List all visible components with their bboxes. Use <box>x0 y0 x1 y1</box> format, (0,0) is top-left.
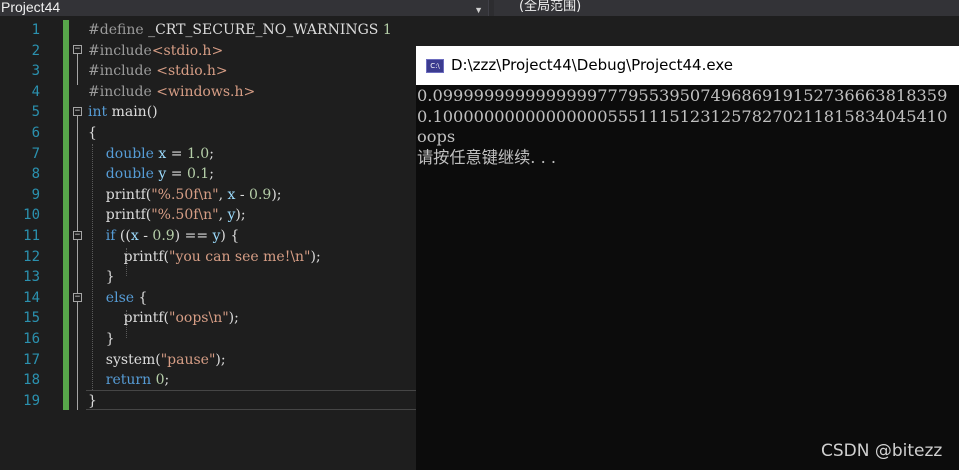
line-number: 18 <box>23 372 40 389</box>
line-number: 8 <box>31 166 40 183</box>
line-number: 19 <box>23 392 40 409</box>
console-title-bar[interactable]: C:\ D:\zzz\Project44\Debug\Project44.exe <box>416 46 959 85</box>
scope-dropdown[interactable]: (全局范围) <box>494 0 959 16</box>
line-number: 1 <box>31 22 40 38</box>
code-line: double y = 0.1; <box>88 166 214 183</box>
line-number: 5 <box>31 104 40 121</box>
fold-guide <box>77 302 78 338</box>
line-number: 11 <box>23 227 40 244</box>
navigation-bar: Project44 ▼ (全局范围) <box>0 0 959 16</box>
console-output-line: 请按任意键继续. . . <box>417 147 557 167</box>
console-window[interactable]: C:\ D:\zzz\Project44\Debug\Project44.exe… <box>416 46 959 470</box>
code-line: } <box>88 269 115 286</box>
console-window-icon: C:\ <box>426 59 444 73</box>
line-number: 13 <box>23 269 40 286</box>
line-number: 4 <box>31 83 40 100</box>
code-text[interactable]: #define _CRT_SECURE_NO_WARNINGS 1 #inclu… <box>88 20 392 411</box>
watermark: CSDN @bitezz <box>821 441 943 461</box>
code-line: else { <box>88 289 148 306</box>
collapse-icon[interactable]: − <box>73 107 82 116</box>
code-editor[interactable]: 1 2 3 4 5 6 7 8 9 10 11 12 13 14 15 16 1… <box>0 16 416 470</box>
collapse-icon[interactable]: − <box>73 45 82 54</box>
project-dropdown[interactable]: Project44 ▼ <box>0 0 489 16</box>
collapse-icon[interactable]: − <box>73 231 82 240</box>
code-line: } <box>88 392 97 409</box>
fold-guide <box>77 54 78 85</box>
line-number: 9 <box>31 186 40 203</box>
code-line: printf("%.50f\n", x - 0.9); <box>88 186 282 203</box>
console-output-line: 0.09999999999999997779553950749686919152… <box>417 86 948 105</box>
collapse-icon[interactable]: − <box>73 293 82 302</box>
fold-guide <box>77 240 78 276</box>
line-number: 12 <box>23 248 40 265</box>
dropdown-arrow-icon[interactable]: ▼ <box>474 3 483 17</box>
scope-dropdown-label: (全局范围) <box>519 0 582 14</box>
line-number: 16 <box>23 330 40 347</box>
code-line: printf("you can see me!\n"); <box>88 248 321 265</box>
code-line: #include <windows.h> <box>88 83 256 100</box>
line-number: 2 <box>31 42 40 59</box>
code-line: { <box>88 124 97 141</box>
console-output: 0.09999999999999997779553950749686919152… <box>417 86 947 168</box>
code-line: printf("%.50f\n", y); <box>88 207 246 224</box>
code-line: printf("oops\n"); <box>88 310 239 327</box>
code-line: #define _CRT_SECURE_NO_WARNINGS 1 <box>88 22 392 38</box>
line-number: 7 <box>31 145 40 162</box>
code-line: } <box>88 330 115 347</box>
code-line: if ((x - 0.9) == y) { <box>88 227 240 244</box>
code-line: double x = 1.0; <box>88 145 214 162</box>
code-line: #include <stdio.h> <box>88 63 228 80</box>
console-title: D:\zzz\Project44\Debug\Project44.exe <box>451 56 733 74</box>
code-line: system("pause"); <box>88 351 226 368</box>
line-number: 10 <box>23 207 40 224</box>
console-output-line: 0.10000000000000000555111512312578270211… <box>417 106 948 126</box>
line-number: 6 <box>31 124 40 141</box>
line-number-gutter: 1 2 3 4 5 6 7 8 9 10 11 12 13 14 15 16 1… <box>0 20 40 411</box>
project-dropdown-label: Project44 <box>1 0 61 15</box>
console-output-line: oops <box>417 127 456 146</box>
code-line: int main() <box>88 104 158 121</box>
code-line: #include<stdio.h> <box>88 42 224 59</box>
change-tracking-bar <box>63 20 69 410</box>
line-number: 3 <box>31 63 40 80</box>
line-number: 15 <box>23 310 40 327</box>
line-number: 14 <box>23 289 40 306</box>
line-number: 17 <box>23 351 40 368</box>
code-line: return 0; <box>88 372 170 389</box>
